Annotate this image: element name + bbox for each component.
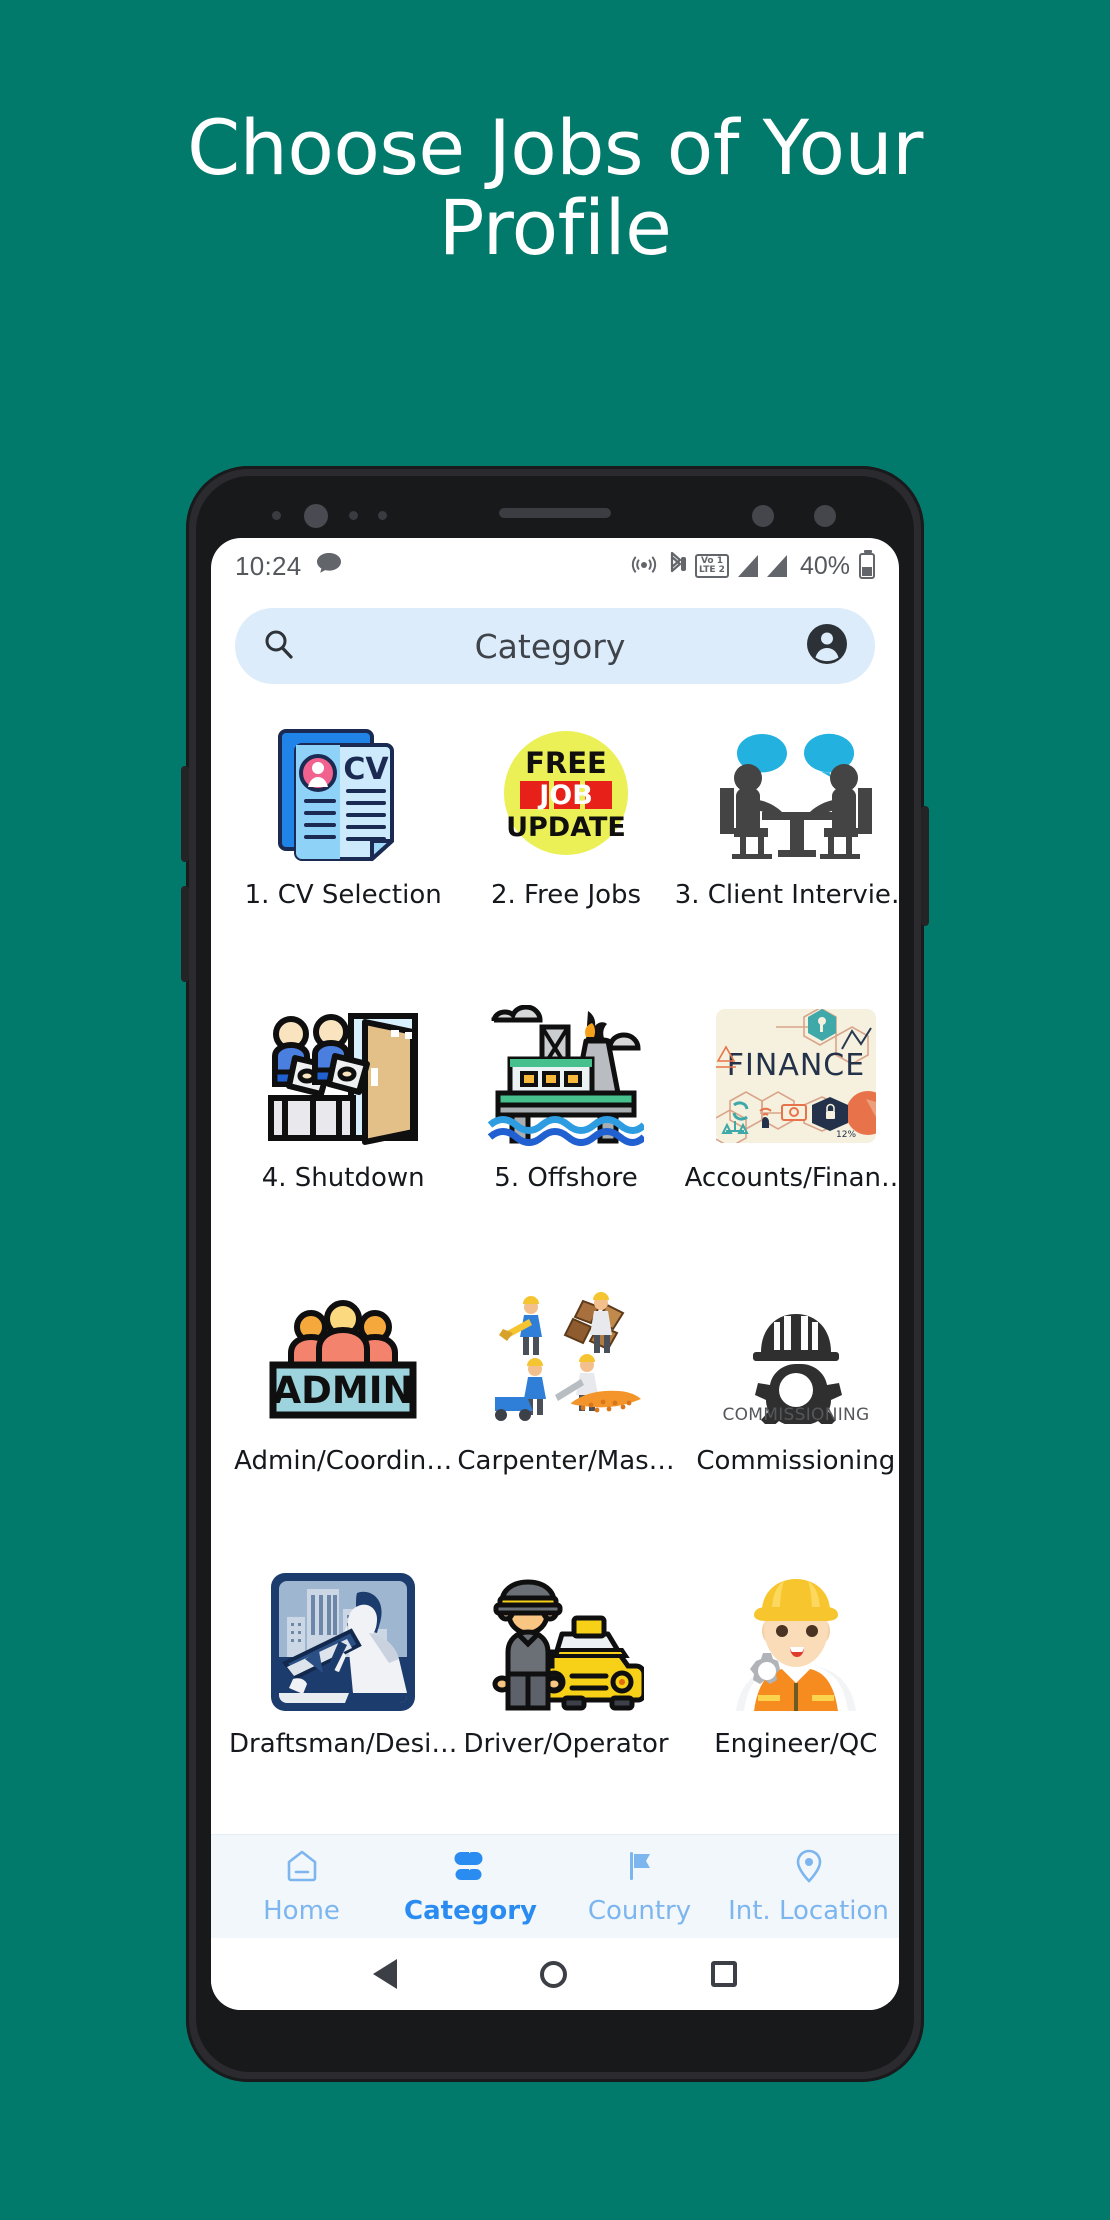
driver-taxi-icon[interactable] — [473, 1565, 659, 1719]
search-input[interactable]: Category — [235, 608, 875, 684]
hotspot-icon — [631, 551, 657, 582]
sensor-dot — [349, 511, 358, 520]
nav-item-country[interactable]: Country — [555, 1847, 724, 1926]
battery-percent: 40% — [799, 551, 850, 580]
finance-infographic-icon[interactable]: FINANCE 12% — [703, 999, 889, 1153]
category-cell-carpenter-mason[interactable]: Carpenter/Mas… — [457, 1268, 675, 1551]
home-circle-icon[interactable] — [540, 1960, 568, 1988]
volume-down-button[interactable] — [181, 886, 189, 982]
phone-mockup: 10:24 Vo 1 LTE 2 40% Category CV 1. CV S… — [181, 466, 929, 2082]
category-label: 3. Client Intervie… — [674, 880, 899, 910]
sensor-dot — [272, 511, 281, 520]
battery-icon — [859, 550, 875, 579]
category-label: Accounts/Finan… — [684, 1163, 899, 1193]
grid-icon[interactable] — [452, 1847, 490, 1890]
category-label: Admin/Coordin… — [234, 1446, 453, 1476]
category-label: Draftsman/Desi… — [229, 1729, 458, 1759]
admin-label: ADMIN — [273, 1369, 414, 1412]
back-icon[interactable] — [372, 1959, 397, 1989]
nav-label: Int. Location — [728, 1896, 889, 1926]
nav-label: Category — [404, 1896, 537, 1926]
android-navigation-bar — [211, 1938, 899, 2010]
nav-item-home[interactable]: Home — [217, 1847, 386, 1926]
oil-rig-icon[interactable] — [473, 999, 659, 1153]
category-label: 5. Offshore — [494, 1163, 638, 1193]
commissioning-label: COMMISSIONING — [722, 1405, 869, 1424]
category-label: Driver/Operator — [463, 1729, 669, 1759]
category-label: Engineer/QC — [714, 1729, 878, 1759]
chat-bubble-icon — [316, 552, 342, 581]
workers-door-icon[interactable] — [250, 999, 436, 1153]
sensor-dot — [378, 511, 387, 520]
finance-percent: 12% — [836, 1130, 856, 1140]
engineer-helmet-icon[interactable] — [703, 1565, 889, 1719]
volume-up-button[interactable] — [181, 766, 189, 862]
bluetooth-icon — [666, 549, 687, 584]
search-value[interactable]: Category — [295, 627, 805, 666]
front-camera — [304, 504, 328, 528]
category-cell-engineer-qc[interactable]: Engineer/QC — [675, 1551, 899, 1834]
helmet-gear-icon[interactable]: COMMISSIONING — [703, 1282, 889, 1436]
category-label: 1. CV Selection — [244, 880, 442, 910]
category-label: Carpenter/Mas… — [457, 1446, 675, 1476]
light-sensor — [814, 505, 836, 527]
drafting-desk-icon[interactable] — [250, 1565, 436, 1719]
interview-table-icon[interactable] — [703, 716, 889, 870]
search-icon[interactable] — [261, 627, 295, 666]
nav-label: Home — [263, 1896, 340, 1926]
phone-screen: 10:24 Vo 1 LTE 2 40% Category CV 1. CV S… — [211, 538, 899, 2010]
category-cell-accounts-finance[interactable]: FINANCE 12% Accounts/Finan… — [675, 985, 899, 1268]
construction-workers-icon[interactable] — [473, 1282, 659, 1436]
admin-banner-icon[interactable]: ADMIN — [250, 1282, 436, 1436]
category-cell-shutdown[interactable]: 4. Shutdown — [229, 985, 457, 1268]
bottom-navigation: Home Category Country Int. Location — [211, 1834, 899, 1938]
category-cell-client-interview[interactable]: 3. Client Intervie… — [675, 702, 899, 985]
location-pin-icon[interactable] — [790, 1847, 828, 1890]
cv-label: CV — [344, 752, 390, 787]
cv-documents-icon[interactable]: CV — [250, 716, 436, 870]
free-job-update-icon[interactable]: FREE JOB UPDATE — [473, 716, 659, 870]
category-cell-admin-coordinator[interactable]: ADMIN Admin/Coordin… — [229, 1268, 457, 1551]
page-title: Choose Jobs of Your Profile — [187, 103, 923, 272]
account-circle-icon[interactable] — [805, 622, 849, 671]
signal-icon — [766, 555, 787, 577]
signal-icon — [737, 555, 758, 577]
nav-item-int-location[interactable]: Int. Location — [724, 1847, 893, 1926]
finance-label: FINANCE — [727, 1048, 865, 1083]
update-label: UPDATE — [506, 812, 626, 843]
power-button[interactable] — [921, 806, 929, 926]
category-label: Commissioning — [696, 1446, 896, 1476]
nav-label: Country — [587, 1896, 692, 1926]
category-label: 2. Free Jobs — [490, 880, 642, 910]
status-bar: 10:24 Vo 1 LTE 2 40% — [211, 538, 899, 594]
category-cell-offshore[interactable]: 5. Offshore — [457, 985, 674, 1268]
home-icon[interactable] — [283, 1847, 321, 1890]
nav-item-category[interactable]: Category — [386, 1847, 555, 1926]
category-cell-draftsman-designer[interactable]: Draftsman/Desi… — [229, 1551, 457, 1834]
category-cell-commissioning[interactable]: COMMISSIONING Commissioning — [675, 1268, 899, 1551]
category-cell-free-jobs[interactable]: FREE JOB UPDATE 2. Free Jobs — [457, 702, 674, 985]
status-time: 10:24 — [235, 550, 302, 581]
recents-square-icon[interactable] — [711, 1961, 738, 1987]
earpiece-speaker — [499, 508, 611, 518]
volte-icon: Vo 1 LTE 2 — [695, 553, 729, 579]
category-cell-driver-operator[interactable]: Driver/Operator — [457, 1551, 674, 1834]
category-cell-cv-selection[interactable]: CV 1. CV Selection — [229, 702, 457, 985]
flag-icon[interactable] — [621, 1847, 659, 1890]
category-label: 4. Shutdown — [261, 1163, 425, 1193]
category-grid: CV 1. CV Selection FREE JOB UPDATE 2. Fr… — [211, 694, 899, 1834]
free-label: FREE — [525, 746, 607, 780]
job-label: JOB — [537, 780, 593, 811]
proximity-sensor — [752, 505, 774, 527]
search-bar-container: Category — [211, 594, 899, 694]
